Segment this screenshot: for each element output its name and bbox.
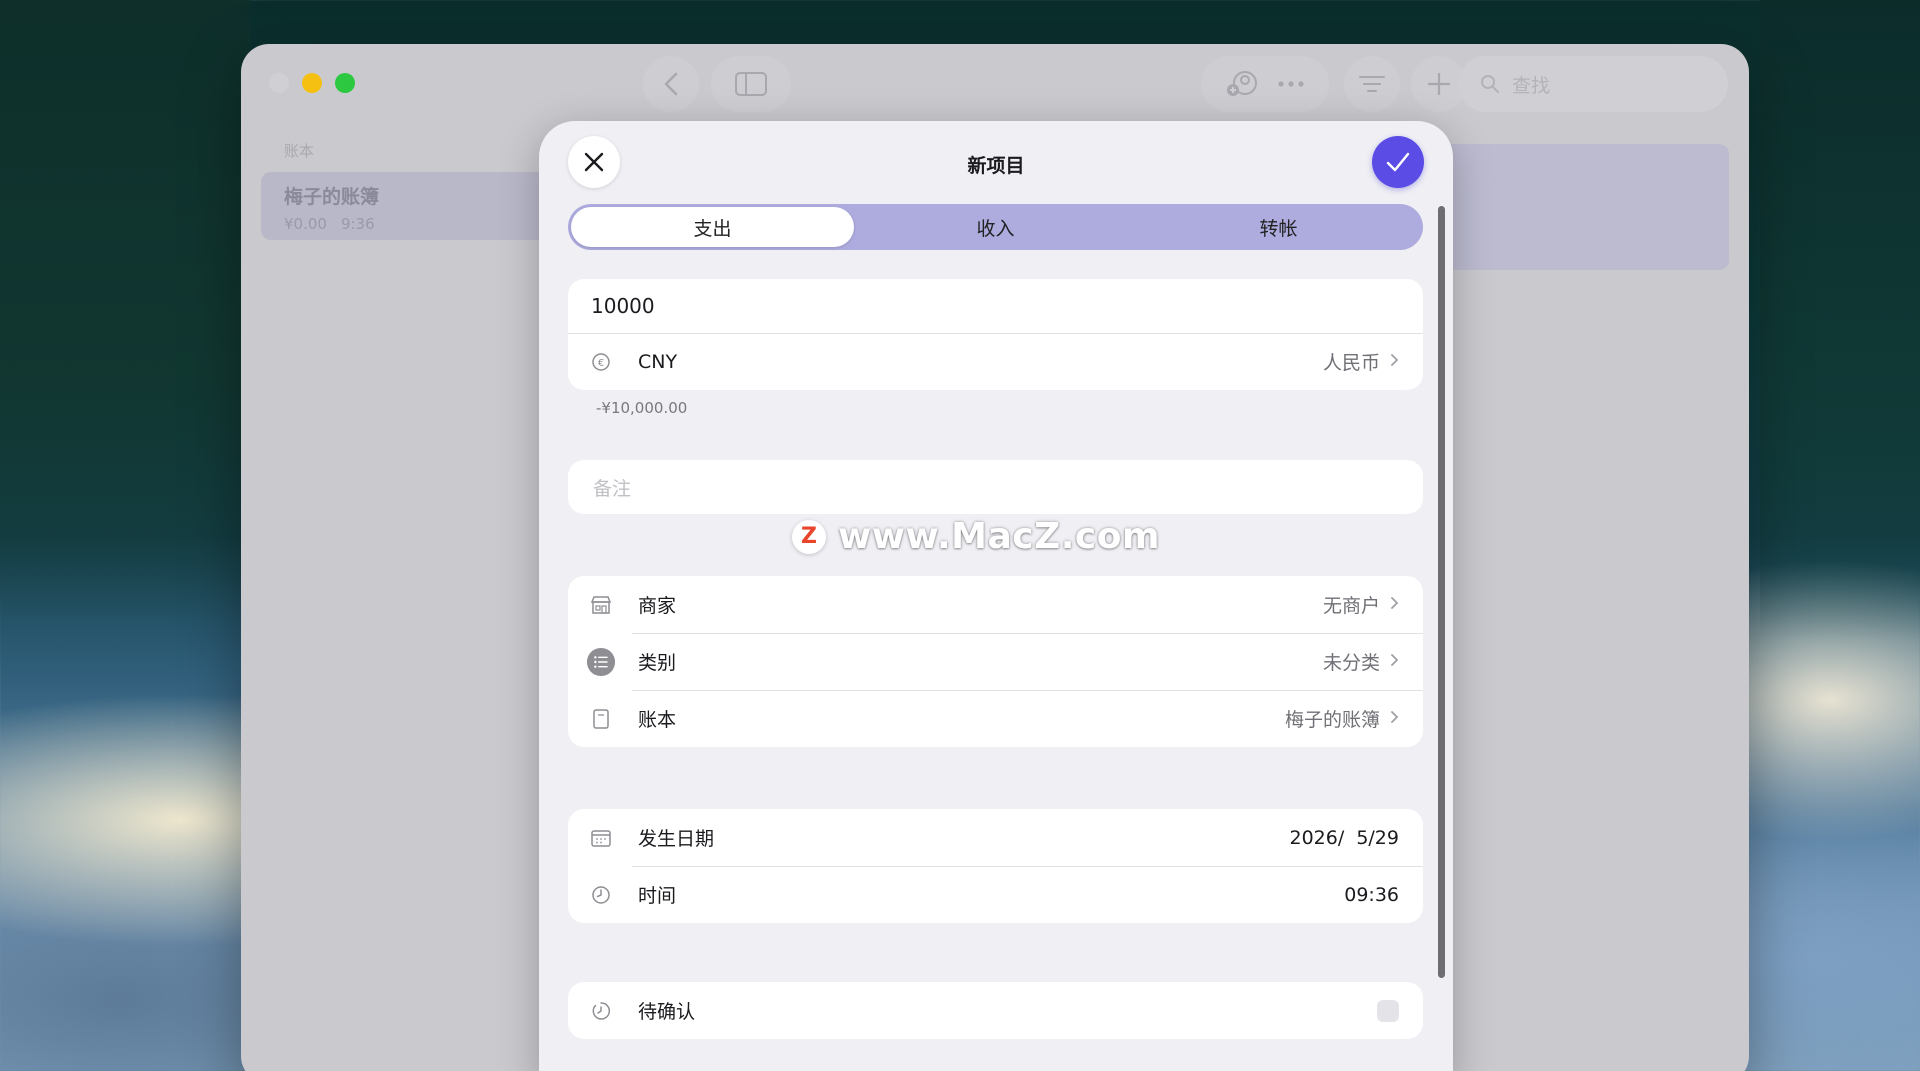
details-group: 商家 无商户 类别 未分类 账本 梅子的账簿 (568, 576, 1423, 747)
sheet-title: 新项目 (967, 155, 1025, 177)
ledger-row[interactable]: 账本 梅子的账簿 (568, 690, 1423, 747)
filter-icon (1359, 76, 1385, 92)
pending-checkbox[interactable] (1377, 999, 1399, 1022)
pending-group: 待确认 (568, 982, 1423, 1039)
time-value: 09:36 (1344, 883, 1399, 906)
search-placeholder: 查找 (1512, 74, 1551, 97)
chevron-right-icon (1390, 709, 1399, 728)
back-button[interactable] (643, 56, 699, 112)
pending-label: 待确认 (638, 1001, 696, 1023)
search-icon (1481, 75, 1499, 93)
search-field[interactable]: 查找 (1458, 56, 1728, 112)
type-segmented-control: 支出 收入 转帐 (568, 204, 1423, 250)
clock-icon (586, 880, 616, 910)
date-value: 2026/ 5/29 (1289, 826, 1399, 849)
watermark: Z www.MacZ.com (792, 516, 1160, 557)
watermark-logo-icon: Z (792, 519, 826, 554)
merchant-label: 商家 (638, 595, 677, 617)
book-icon (586, 704, 616, 734)
sidebar-item-ledger[interactable]: 梅子的账簿 ¥0.00 9:36 (261, 172, 551, 240)
category-label: 类别 (638, 652, 677, 674)
chevron-right-icon (1390, 352, 1399, 371)
window-zoom-button[interactable] (335, 73, 355, 93)
person-add-icon[interactable] (1225, 69, 1261, 99)
sidebar-section-header: 账本 (284, 142, 315, 160)
ledger-label: 账本 (638, 709, 677, 731)
watermark-text: www.MacZ.com (838, 516, 1160, 557)
tab-expense[interactable]: 支出 (571, 207, 854, 247)
background-forest-left (0, 0, 250, 620)
window-controls (269, 73, 355, 93)
category-value: 未分类 (1322, 652, 1380, 674)
share-group (1201, 56, 1329, 112)
ledger-amount: ¥0.00 (284, 215, 327, 233)
ledger-time: 9:36 (340, 215, 375, 233)
background-forest-right (1760, 0, 1920, 640)
chevron-right-icon (1390, 595, 1399, 614)
sheet-header: 新项目 (539, 121, 1453, 205)
new-item-sheet: 新项目 支出 收入 转帐 10000 € CNY 人民币 -¥10,000.00… (539, 121, 1453, 1071)
list-icon (586, 647, 616, 677)
svg-text:€: € (598, 358, 604, 369)
ledger-meta: ¥0.00 9:36 (284, 215, 551, 233)
sidebar-icon (735, 72, 767, 96)
chevron-right-icon (1390, 652, 1399, 671)
currency-name: 人民币 (1322, 352, 1380, 374)
note-placeholder: 备注 (593, 477, 632, 500)
converted-amount: -¥10,000.00 (596, 399, 688, 417)
pending-row[interactable]: 待确认 (568, 982, 1423, 1039)
main-content-card (1421, 144, 1729, 270)
time-label: 时间 (638, 885, 677, 907)
datetime-group: 发生日期 2026/ 5/29 时间 09:36 (568, 809, 1423, 923)
sheet-scrollbar[interactable] (1438, 206, 1445, 978)
time-row[interactable]: 时间 09:36 (568, 866, 1423, 923)
merchant-row[interactable]: 商家 无商户 (568, 576, 1423, 633)
tab-income[interactable]: 收入 (854, 207, 1137, 247)
currency-row[interactable]: € CNY 人民币 (568, 333, 1423, 390)
window-close-button[interactable] (269, 73, 289, 93)
calendar-icon (586, 823, 616, 853)
category-row[interactable]: 类别 未分类 (568, 633, 1423, 690)
date-label: 发生日期 (638, 828, 715, 850)
checkmark-icon (1386, 152, 1410, 172)
window-minimize-button[interactable] (302, 73, 322, 93)
more-icon[interactable] (1277, 80, 1305, 88)
note-field[interactable]: 备注 (568, 460, 1423, 514)
tab-transfer[interactable]: 转帐 (1137, 207, 1420, 247)
date-row[interactable]: 发生日期 2026/ 5/29 (568, 809, 1423, 866)
amount-group: 10000 € CNY 人民币 (568, 279, 1423, 390)
ledger-title: 梅子的账簿 (284, 186, 380, 208)
toggle-sidebar-button[interactable] (711, 56, 791, 112)
amount-value: 10000 (591, 294, 655, 318)
plus-icon (1427, 72, 1451, 96)
filter-button[interactable] (1344, 56, 1400, 112)
store-icon (586, 590, 616, 620)
merchant-value: 无商户 (1322, 595, 1380, 617)
confirm-button[interactable] (1372, 136, 1424, 188)
chevron-left-icon (664, 72, 678, 96)
pending-clock-icon (586, 996, 616, 1026)
ledger-value: 梅子的账簿 (1284, 709, 1380, 731)
amount-field[interactable]: 10000 (568, 279, 1423, 333)
currency-code: CNY (638, 350, 678, 373)
currency-icon: € (586, 347, 616, 377)
